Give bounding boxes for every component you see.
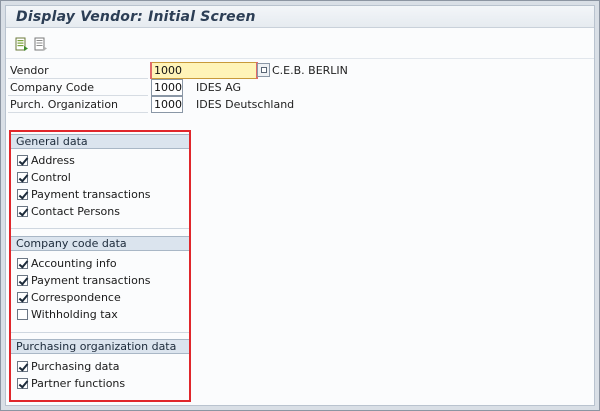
vendor-row: Vendor 1000 C.E.B. BERLIN bbox=[6, 62, 596, 79]
purchasing-org-data-header: Purchasing organization data bbox=[11, 339, 189, 354]
cc-payment-transactions-checkbox[interactable] bbox=[17, 275, 28, 286]
document-green-button[interactable] bbox=[14, 36, 30, 52]
payment-transactions-checkbox[interactable] bbox=[17, 189, 28, 200]
title-bar: Display Vendor: Initial Screen bbox=[6, 6, 594, 28]
group-divider bbox=[11, 228, 189, 229]
cc-payment-transactions-label: Payment transactions bbox=[31, 274, 151, 287]
purchasing-data-checkbox-row[interactable]: Purchasing data bbox=[17, 359, 119, 374]
purch-org-label: Purch. Organization bbox=[8, 96, 148, 113]
withholding-tax-label: Withholding tax bbox=[31, 308, 118, 321]
document-list-icon bbox=[34, 37, 47, 51]
control-label: Control bbox=[31, 171, 71, 184]
cc-payment-transactions-checkbox-row[interactable]: Payment transactions bbox=[17, 273, 151, 288]
address-checkbox-row[interactable]: Address bbox=[17, 153, 75, 168]
control-checkbox-row[interactable]: Control bbox=[17, 170, 71, 185]
vendor-field[interactable]: 1000 bbox=[150, 62, 258, 79]
address-label: Address bbox=[31, 154, 75, 167]
partner-functions-checkbox[interactable] bbox=[17, 378, 28, 389]
address-checkbox[interactable] bbox=[17, 155, 28, 166]
withholding-tax-checkbox-row[interactable]: Withholding tax bbox=[17, 307, 118, 322]
accounting-info-checkbox-row[interactable]: Accounting info bbox=[17, 256, 117, 271]
contact-persons-checkbox[interactable] bbox=[17, 206, 28, 217]
vendor-search-help-button[interactable] bbox=[257, 63, 270, 77]
purchasing-data-label: Purchasing data bbox=[31, 360, 120, 373]
contact-persons-label: Contact Persons bbox=[31, 205, 120, 218]
purch-org-row: Purch. Organization 1000 IDES Deutschlan… bbox=[6, 96, 596, 113]
company-code-description: IDES AG bbox=[196, 81, 241, 94]
purchasing-data-checkbox[interactable] bbox=[17, 361, 28, 372]
payment-transactions-checkbox-row[interactable]: Payment transactions bbox=[17, 187, 151, 202]
partner-functions-label: Partner functions bbox=[31, 377, 126, 390]
payment-transactions-label: Payment transactions bbox=[31, 188, 151, 201]
correspondence-checkbox-row[interactable]: Correspondence bbox=[17, 290, 121, 305]
withholding-tax-checkbox[interactable] bbox=[17, 309, 28, 320]
purch-org-description: IDES Deutschland bbox=[196, 98, 295, 111]
company-code-data-header: Company code data bbox=[11, 236, 189, 251]
view-selection-box: General data Address Control Payment tra… bbox=[9, 130, 191, 402]
application-toolbar bbox=[6, 29, 594, 59]
correspondence-checkbox[interactable] bbox=[17, 292, 28, 303]
group-divider bbox=[11, 332, 189, 333]
window-content: Display Vendor: Initial Screen Vendor 10… bbox=[5, 5, 595, 406]
document-green-icon bbox=[15, 37, 28, 51]
contact-persons-checkbox-row[interactable]: Contact Persons bbox=[17, 204, 120, 219]
company-code-field[interactable]: 1000 bbox=[151, 79, 183, 96]
vendor-description: C.E.B. BERLIN bbox=[272, 64, 348, 77]
general-data-header: General data bbox=[11, 134, 189, 149]
control-checkbox[interactable] bbox=[17, 172, 28, 183]
sap-window: Display Vendor: Initial Screen Vendor 10… bbox=[0, 0, 600, 411]
purch-org-field[interactable]: 1000 bbox=[151, 96, 183, 113]
accounting-info-checkbox[interactable] bbox=[17, 258, 28, 269]
page-title: Display Vendor: Initial Screen bbox=[16, 9, 256, 25]
company-code-label: Company Code bbox=[8, 79, 148, 96]
document-list-button[interactable] bbox=[33, 36, 49, 52]
accounting-info-label: Accounting info bbox=[31, 257, 117, 270]
correspondence-label: Correspondence bbox=[31, 291, 121, 304]
vendor-label: Vendor bbox=[8, 62, 148, 79]
company-code-row: Company Code 1000 IDES AG bbox=[6, 79, 596, 96]
partner-functions-checkbox-row[interactable]: Partner functions bbox=[17, 376, 125, 391]
search-help-icon bbox=[261, 67, 267, 73]
